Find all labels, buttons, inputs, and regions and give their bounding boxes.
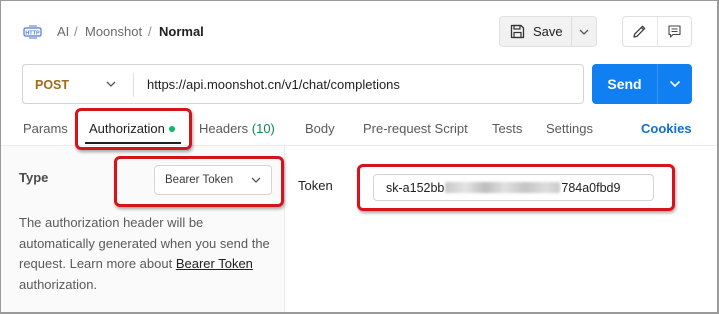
status-dot [168,125,175,132]
send-button-group: Send [592,64,692,104]
chevron-down-icon [251,177,261,183]
save-button-group: Save [499,16,597,47]
tab-settings[interactable]: Settings [546,121,593,136]
tab-authorization-label: Authorization [89,121,165,136]
breadcrumb-separator: / [74,24,78,39]
side-actions [622,16,692,47]
send-button[interactable]: Send [592,64,657,104]
chevron-down-icon[interactable] [105,77,117,91]
bearer-token-link[interactable]: Bearer Token [176,256,253,271]
http-icon: HTTP [23,25,42,39]
cookies-link[interactable]: Cookies [641,121,692,136]
redacted-token-blur [445,182,561,193]
save-icon [510,24,525,39]
tab-headers[interactable]: Headers (10) [199,121,275,136]
comment-icon [668,25,681,38]
tab-body[interactable]: Body [305,121,335,136]
breadcrumb-item-moonshot[interactable]: Moonshot [85,24,142,39]
auth-description: The authorization header will be automat… [19,213,277,295]
token-input[interactable]: sk-a152bb 784a0fbd9 [373,174,654,201]
breadcrumb-separator: / [148,24,152,39]
comments-button[interactable] [656,17,691,46]
save-options-button[interactable] [572,17,596,46]
chevron-down-icon [579,29,589,35]
save-label: Save [533,24,563,39]
request-name[interactable]: Normal [159,24,204,39]
tab-headers-label: Headers [199,121,249,136]
url-bar: POST https://api.moonshot.cn/v1/chat/com… [22,64,584,104]
svg-text:HTTP: HTTP [25,30,40,36]
auth-type-label: Type [19,170,49,185]
active-tab-indicator [85,142,181,144]
send-options-button[interactable] [657,64,692,104]
method-select[interactable]: POST [35,78,69,92]
tab-prerequest-script[interactable]: Pre-request Script [363,121,468,136]
tab-authorization[interactable]: Authorization [89,121,175,136]
token-suffix: 784a0fbd9 [561,180,621,195]
tab-params[interactable]: Params [23,121,68,136]
auth-type-value: Bearer Token [165,174,234,186]
app-window: HTTP AI / Moonshot / Normal Save POST ht… [0,0,719,314]
token-prefix: sk-a152bb [386,180,445,195]
url-divider [133,73,134,97]
breadcrumb-item-ai[interactable]: AI [57,24,69,39]
chevron-down-icon [669,80,681,88]
auth-type-select[interactable]: Bearer Token [154,165,272,195]
edit-button[interactable] [623,17,657,46]
headers-count: (10) [251,121,275,136]
token-label: Token [298,178,333,193]
save-button[interactable]: Save [500,17,572,46]
request-header: HTTP AI / Moonshot / Normal Save [1,1,717,63]
pencil-icon [633,25,646,38]
url-input[interactable]: https://api.moonshot.cn/v1/chat/completi… [147,77,400,92]
auth-description-end: authorization. [19,276,98,292]
tab-tests[interactable]: Tests [492,121,522,136]
